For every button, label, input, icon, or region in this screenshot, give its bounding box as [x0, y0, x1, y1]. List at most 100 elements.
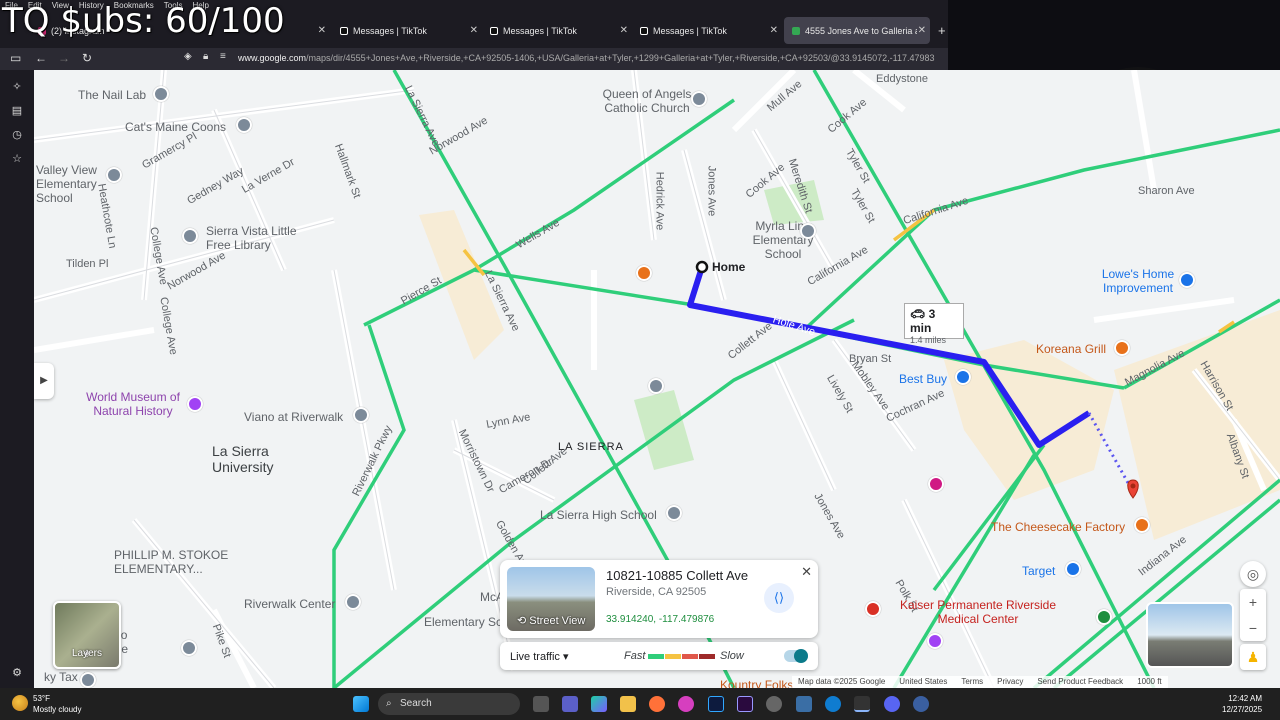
close-tab-icon[interactable]: ✕ [470, 25, 478, 36]
firefox-icon[interactable] [649, 696, 665, 712]
premiere-icon[interactable] [737, 696, 753, 712]
app-icon[interactable] [913, 696, 929, 712]
place-pin-icon[interactable] [927, 633, 943, 649]
layers-button[interactable]: ◈ Layers [53, 601, 121, 669]
collapse-panel-button[interactable]: ▶ [34, 363, 54, 399]
school-pin-icon[interactable] [800, 223, 816, 239]
copilot-icon[interactable] [591, 696, 607, 712]
place-pin-icon[interactable] [648, 378, 664, 394]
privacy-link[interactable]: Privacy [997, 677, 1023, 687]
edge-icon[interactable] [825, 696, 841, 712]
place-label[interactable]: Queen of Angels Catholic Church [592, 87, 702, 115]
shop-pin-icon[interactable] [80, 672, 96, 688]
shield-icon[interactable]: ◈ [184, 51, 192, 62]
place-label[interactable]: PHILLIP M. STOKOE ELEMENTARY... [114, 548, 234, 576]
place-label[interactable]: World Museum of Natural History [78, 390, 188, 418]
place-label[interactable]: The Cheesecake Factory [991, 520, 1125, 534]
apartment-pin-icon[interactable] [353, 407, 369, 423]
map-canvas[interactable]: Norwood Ave Wells Ave Pierce St La Sierr… [34, 70, 1280, 688]
school-pin-icon[interactable] [106, 167, 122, 183]
street-view-preview[interactable] [1146, 602, 1234, 668]
shop-pin-icon[interactable] [345, 594, 361, 610]
entertainment-pin-icon[interactable] [928, 476, 944, 492]
back-icon[interactable]: ← [35, 51, 47, 65]
pegman-icon[interactable]: ♟ [1240, 644, 1266, 670]
file-explorer-icon[interactable] [620, 696, 636, 712]
taskbar-search[interactable]: ⌕ Search [378, 693, 520, 715]
settings-icon[interactable]: ⚙ [10, 666, 24, 680]
route-duration-box[interactable]: 🚗︎ 3 min 1.4 miles [904, 303, 964, 345]
place-label[interactable]: Valley View Elementary School [36, 163, 108, 205]
task-view-icon[interactable] [533, 696, 549, 712]
close-tab-icon[interactable]: ✕ [318, 25, 326, 36]
place-label[interactable]: Target [1022, 564, 1055, 578]
restaurant-pin-icon[interactable] [636, 265, 652, 281]
restaurant-pin-icon[interactable] [1134, 517, 1150, 533]
close-tab-icon[interactable]: ✕ [770, 25, 778, 36]
place-label[interactable]: Riverwalk Center [244, 597, 335, 611]
weather-widget[interactable]: 53°F Mostly cloudy [33, 693, 81, 715]
discord-icon[interactable] [884, 696, 900, 712]
place-label[interactable]: Best Buy [899, 372, 947, 386]
place-label[interactable]: Sierra Vista Little Free Library [206, 224, 316, 252]
place-label[interactable]: La Sierra University [212, 443, 292, 475]
tab-google-maps[interactable]: 4555 Jones Ave to Galleria at Ty ✕ [784, 17, 930, 44]
place-label[interactable]: Elementary Sch [424, 615, 509, 629]
windows-start-icon[interactable] [353, 696, 369, 712]
tab-tiktok-3[interactable]: Messages | TikTok ✕ [632, 17, 782, 44]
close-tab-icon[interactable]: ✕ [918, 25, 926, 36]
close-icon[interactable]: ✕ [801, 564, 812, 580]
tab-tiktok-1[interactable]: Messages | TikTok ✕ [332, 17, 482, 44]
hospital-pin-icon[interactable] [865, 601, 881, 617]
sidebar-toggle-icon[interactable]: ▭ [10, 51, 21, 65]
shopping-pin-icon[interactable] [1065, 561, 1081, 577]
place-label[interactable]: Myrla Linn Elementary School [738, 219, 828, 261]
terms-link[interactable]: Terms [961, 677, 983, 687]
place-label[interactable]: Viano at Riverwalk [244, 410, 343, 424]
shopping-pin-icon[interactable] [955, 369, 971, 385]
ai-chat-icon[interactable]: ✧ [10, 80, 24, 94]
system-clock[interactable]: 12:42 AM 12/27/2025 [1222, 693, 1262, 715]
place-label[interactable]: Lowe's Home Improvement [1098, 267, 1178, 295]
app-icon[interactable] [678, 696, 694, 712]
shop-pin-icon[interactable] [236, 117, 252, 133]
obs-icon[interactable] [854, 696, 870, 712]
forward-icon[interactable]: → [58, 51, 70, 65]
country-link[interactable]: United States [899, 677, 947, 687]
museum-pin-icon[interactable] [187, 396, 203, 412]
place-label[interactable]: Kaiser Permanente Riverside Medical Cent… [888, 598, 1068, 626]
synced-tabs-icon[interactable]: ▤ [10, 104, 24, 118]
my-location-icon[interactable]: ◎ [1240, 561, 1266, 587]
live-traffic-dropdown[interactable]: Live traffic ▾ [510, 650, 569, 663]
url-field[interactable]: www.google.com/maps/dir/4555+Jones+Ave,+… [238, 53, 948, 63]
bookmarks-icon[interactable]: ☆ [10, 152, 24, 166]
place-label[interactable]: La Sierra High School [540, 508, 657, 522]
teams-icon[interactable] [562, 696, 578, 712]
zoom-out-icon[interactable]: − [1240, 615, 1266, 641]
reload-icon[interactable]: ↻ [82, 51, 92, 65]
place-coordinates[interactable]: 33.914240, -117.479876 [606, 614, 714, 625]
place-label[interactable]: Cat's Maine Coons [125, 120, 226, 134]
home-label[interactable]: Home [712, 260, 745, 274]
photoshop-icon[interactable] [708, 696, 724, 712]
shopping-pin-icon[interactable] [1179, 272, 1195, 288]
shop-pin-icon[interactable] [153, 86, 169, 102]
app-icon[interactable] [796, 696, 812, 712]
tab-tiktok-2[interactable]: Messages | TikTok ✕ [482, 17, 632, 44]
live-traffic-toggle[interactable] [784, 649, 808, 663]
lock-icon[interactable]: 🔒︎ [203, 51, 208, 62]
weather-icon[interactable] [12, 695, 28, 711]
street-view-thumbnail[interactable]: ⟲ Street View [507, 567, 595, 631]
feedback-link[interactable]: Send Product Feedback [1037, 677, 1123, 687]
settings-app-icon[interactable] [766, 696, 782, 712]
place-label[interactable]: Koreana Grill [1036, 342, 1106, 356]
zoom-in-icon[interactable]: + [1240, 589, 1266, 615]
share-icon[interactable]: ⟨⟩ [764, 583, 794, 613]
permissions-icon[interactable]: ≡ [220, 51, 226, 62]
history-icon[interactable]: ◷ [10, 128, 24, 142]
restaurant-pin-icon[interactable] [1114, 340, 1130, 356]
shop-pin-icon[interactable] [181, 640, 197, 656]
scale-label[interactable]: 1000 ft [1137, 677, 1161, 687]
church-pin-icon[interactable] [691, 91, 707, 107]
library-pin-icon[interactable] [182, 228, 198, 244]
